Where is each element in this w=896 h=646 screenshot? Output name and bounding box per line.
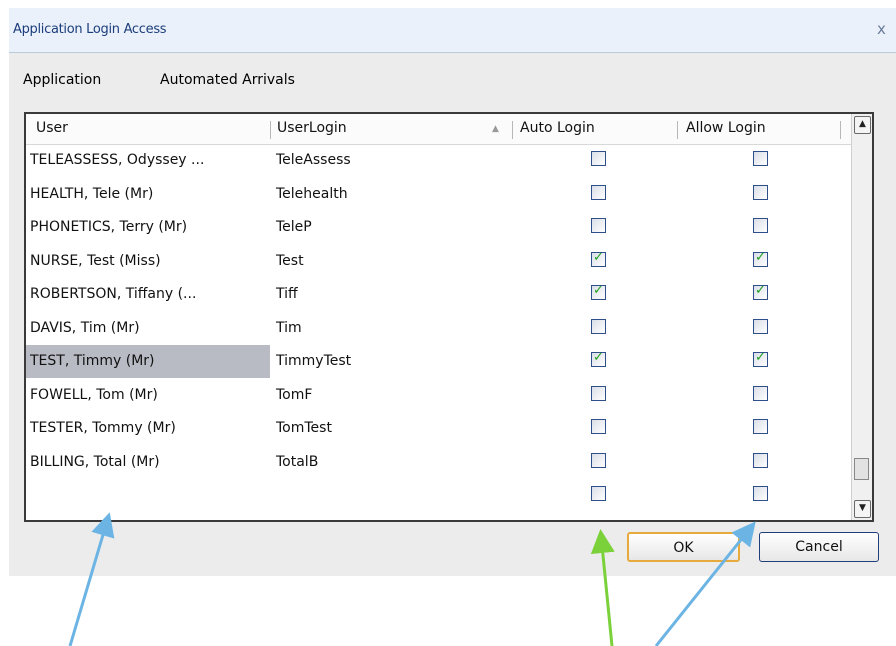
annotation-arrow-auto-login bbox=[590, 529, 615, 646]
annotation-arrow-user bbox=[68, 512, 115, 646]
annotation-arrows bbox=[68, 512, 756, 646]
annotation-arrow-allow-login bbox=[654, 521, 756, 646]
